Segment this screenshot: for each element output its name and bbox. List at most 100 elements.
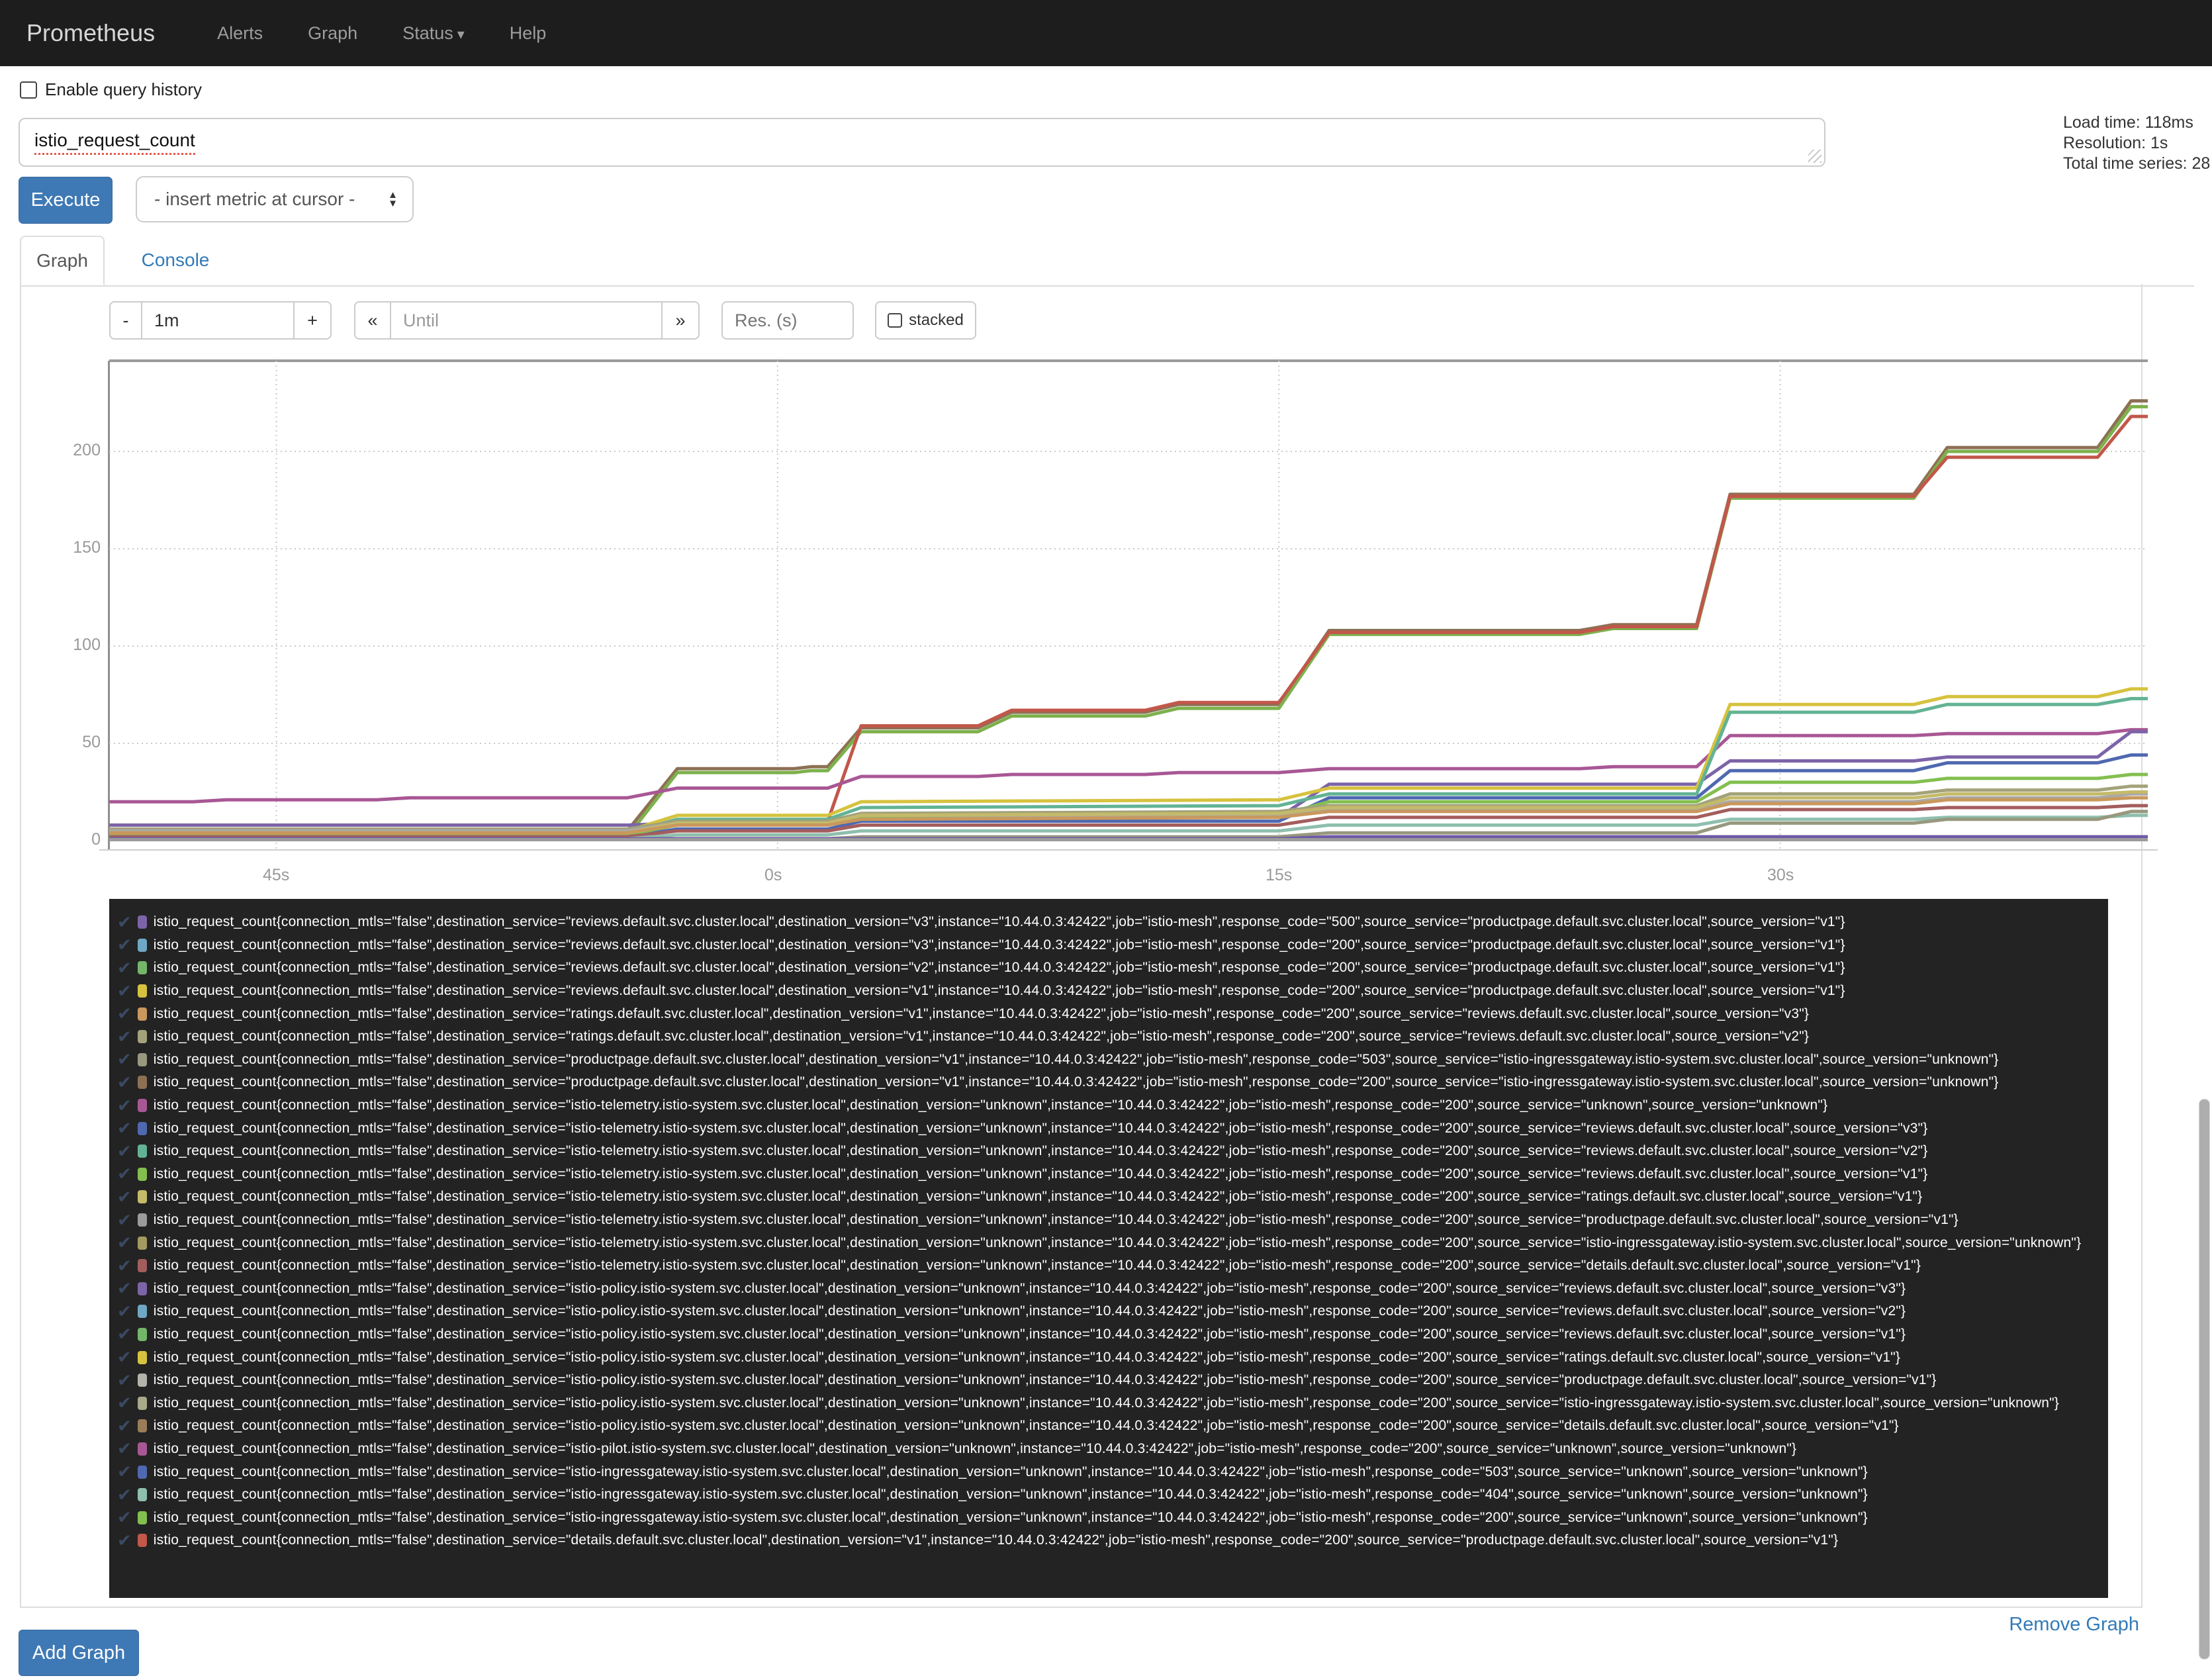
nav-item-graph[interactable]: Graph [285, 23, 380, 44]
range-input[interactable] [142, 301, 295, 340]
legend-item[interactable]: ✔ istio_request_count{connection_mtls="fa… [109, 1483, 2108, 1507]
check-icon: ✔ [117, 911, 132, 932]
legend-item[interactable]: ✔ istio_request_count{connection_mtls="fa… [109, 1529, 2108, 1552]
nav-item-help[interactable]: Help [487, 23, 569, 44]
range-grow-button[interactable]: + [295, 301, 332, 340]
series-color-swatch [137, 1213, 147, 1227]
series-color-swatch [137, 1007, 147, 1021]
until-input[interactable] [391, 301, 663, 340]
check-icon: ✔ [117, 1233, 132, 1253]
check-icon: ✔ [117, 1484, 132, 1505]
add-graph-button[interactable]: Add Graph [19, 1630, 139, 1676]
legend-item[interactable]: ✔ istio_request_count{connection_mtls="fa… [109, 911, 2108, 934]
series-color-swatch [137, 1236, 147, 1250]
time-back-button[interactable]: « [354, 301, 391, 340]
check-icon: ✔ [117, 1415, 132, 1436]
select-arrows-icon: ▲ ▼ [388, 189, 398, 209]
legend-item[interactable]: ✔ istio_request_count{connection_mtls="fa… [109, 1323, 2108, 1346]
series-color-swatch [137, 915, 147, 929]
check-icon: ✔ [117, 1301, 132, 1321]
series-color-swatch [137, 1259, 147, 1273]
stacked-toggle[interactable]: stacked [875, 301, 976, 340]
insert-metric-select[interactable]: - insert metric at cursor - ▲ ▼ [136, 176, 414, 222]
legend-item[interactable]: ✔ istio_request_count{connection_mtls="fa… [109, 980, 2108, 1003]
page-scrollbar[interactable] [2199, 1099, 2210, 1659]
legend-item[interactable]: ✔ istio_request_count{connection_mtls="fa… [109, 1300, 2108, 1323]
legend-series-label: istio_request_count{connection_mtls="fal… [153, 1212, 1959, 1228]
query-expression-input[interactable]: istio_request_count [19, 118, 1825, 167]
legend-series-label: istio_request_count{connection_mtls="fal… [153, 1395, 2060, 1411]
tab-graph[interactable]: Graph [20, 236, 105, 285]
legend-item[interactable]: ✔ istio_request_count{connection_mtls="fa… [109, 1254, 2108, 1278]
check-icon: ✔ [117, 1393, 132, 1413]
series-color-swatch [137, 1465, 147, 1479]
check-icon: ✔ [117, 935, 132, 955]
legend-item[interactable]: ✔ istio_request_count{connection_mtls="fa… [109, 1231, 2108, 1254]
y-tick-label: 100 [73, 635, 101, 654]
query-stats: Load time: 118ms Resolution: 1s Total ti… [2063, 113, 2210, 174]
legend-item[interactable]: ✔ istio_request_count{connection_mtls="fa… [109, 1002, 2108, 1025]
check-icon: ✔ [117, 1507, 132, 1528]
range-input-field[interactable] [142, 310, 293, 331]
resolution-input-field[interactable] [723, 310, 853, 331]
query-history-row: Enable query history [20, 79, 202, 100]
legend-item[interactable]: ✔ istio_request_count{connection_mtls="fa… [109, 1278, 2108, 1301]
legend-item[interactable]: ✔ istio_request_count{connection_mtls="fa… [109, 1415, 2108, 1438]
query-history-checkbox[interactable] [20, 81, 37, 99]
legend-item[interactable]: ✔ istio_request_count{connection_mtls="fa… [109, 1186, 2108, 1209]
legend-item[interactable]: ✔ istio_request_count{connection_mtls="fa… [109, 1071, 2108, 1094]
remove-graph-link[interactable]: Remove Graph [2009, 1614, 2139, 1636]
until-input-field[interactable] [391, 310, 661, 331]
check-icon: ✔ [117, 1438, 132, 1459]
resolution-input[interactable] [721, 301, 854, 340]
legend-item[interactable]: ✔ istio_request_count{connection_mtls="fa… [109, 934, 2108, 957]
check-icon: ✔ [117, 1026, 132, 1047]
legend-item[interactable]: ✔ istio_request_count{connection_mtls="fa… [109, 1117, 2108, 1140]
legend-item[interactable]: ✔ istio_request_count{connection_mtls="fa… [109, 1209, 2108, 1232]
chart-svg[interactable] [109, 361, 2148, 849]
series-color-swatch [137, 1099, 147, 1113]
time-forward-button[interactable]: » [663, 301, 700, 340]
legend-item[interactable]: ✔ istio_request_count{connection_mtls="fa… [109, 1163, 2108, 1186]
legend-series-label: istio_request_count{connection_mtls="fal… [153, 1189, 1923, 1205]
series-color-swatch [137, 1442, 147, 1456]
legend-item[interactable]: ✔ istio_request_count{connection_mtls="fa… [109, 1025, 2108, 1049]
legend-item[interactable]: ✔ istio_request_count{connection_mtls="fa… [109, 957, 2108, 980]
nav-item-alerts[interactable]: Alerts [195, 23, 285, 44]
range-shrink-button[interactable]: - [109, 301, 142, 340]
legend-item[interactable]: ✔ istio_request_count{connection_mtls="fa… [109, 1391, 2108, 1415]
x-tick-label: 15s [1266, 866, 1293, 884]
legend-series-label: istio_request_count{connection_mtls="fal… [153, 1509, 1868, 1525]
series-color-swatch [137, 1076, 147, 1090]
legend-item[interactable]: ✔ istio_request_count{connection_mtls="fa… [109, 1049, 2108, 1072]
resize-grip-icon[interactable] [1808, 150, 1821, 163]
nav-item-status[interactable]: Status ▾ [380, 23, 487, 44]
legend-item[interactable]: ✔ istio_request_count{connection_mtls="fa… [109, 1346, 2108, 1369]
check-icon: ✔ [117, 1049, 132, 1070]
legend-item[interactable]: ✔ istio_request_count{connection_mtls="fa… [109, 1140, 2108, 1163]
execute-button[interactable]: Execute [19, 177, 113, 224]
legend-item[interactable]: ✔ istio_request_count{connection_mtls="fa… [109, 1438, 2108, 1461]
legend-item[interactable]: ✔ istio_request_count{connection_mtls="fa… [109, 1506, 2108, 1529]
check-icon: ✔ [117, 1324, 132, 1344]
legend-series-label: istio_request_count{connection_mtls="fal… [153, 1418, 1899, 1434]
legend-series-label: istio_request_count{connection_mtls="fal… [153, 1326, 1906, 1342]
legend-series-label: istio_request_count{connection_mtls="fal… [153, 1440, 1797, 1456]
legend-item[interactable]: ✔ istio_request_count{connection_mtls="fa… [109, 1460, 2108, 1483]
tab-console[interactable]: Console [126, 236, 225, 284]
legend-item[interactable]: ✔ istio_request_count{connection_mtls="fa… [109, 1094, 2108, 1117]
stacked-checkbox[interactable] [888, 313, 903, 328]
resolution: Resolution: 1s [2063, 134, 2168, 152]
chart-plot-area[interactable] [109, 361, 2148, 849]
time-control-group: « » [354, 301, 700, 340]
series-color-swatch [137, 1327, 147, 1341]
series-color-swatch [137, 1030, 147, 1044]
legend-series-label: istio_request_count{connection_mtls="fal… [153, 1349, 1901, 1365]
legend-series-label: istio_request_count{connection_mtls="fal… [153, 1372, 1937, 1388]
legend-item[interactable]: ✔ istio_request_count{connection_mtls="fa… [109, 1369, 2108, 1392]
check-icon: ✔ [117, 980, 132, 1001]
x-axis-line [99, 849, 2158, 851]
brand-prometheus[interactable]: Prometheus [26, 19, 155, 47]
check-icon: ✔ [117, 1255, 132, 1276]
query-expression-value: istio_request_count [34, 130, 195, 155]
